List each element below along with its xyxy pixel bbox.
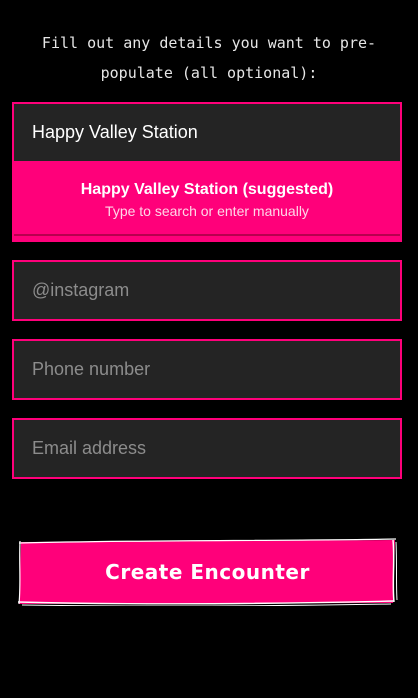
location-input[interactable] <box>14 104 400 161</box>
create-encounter-button[interactable]: Create Encounter <box>16 538 399 606</box>
intro-text: Fill out any details you want to pre-pop… <box>41 34 377 82</box>
create-encounter-label: Create Encounter <box>105 560 310 584</box>
suggestion-divider <box>14 234 400 236</box>
instagram-input[interactable] <box>12 260 402 321</box>
suggestion-hint: Type to search or enter manually <box>105 203 309 219</box>
location-suggestion[interactable]: Happy Valley Station (suggested) Type to… <box>14 161 400 236</box>
email-input[interactable] <box>12 418 402 479</box>
suggestion-title: Happy Valley Station (suggested) <box>80 181 334 198</box>
phone-input[interactable] <box>12 339 402 400</box>
location-autocomplete: Happy Valley Station (suggested) Type to… <box>12 102 402 242</box>
